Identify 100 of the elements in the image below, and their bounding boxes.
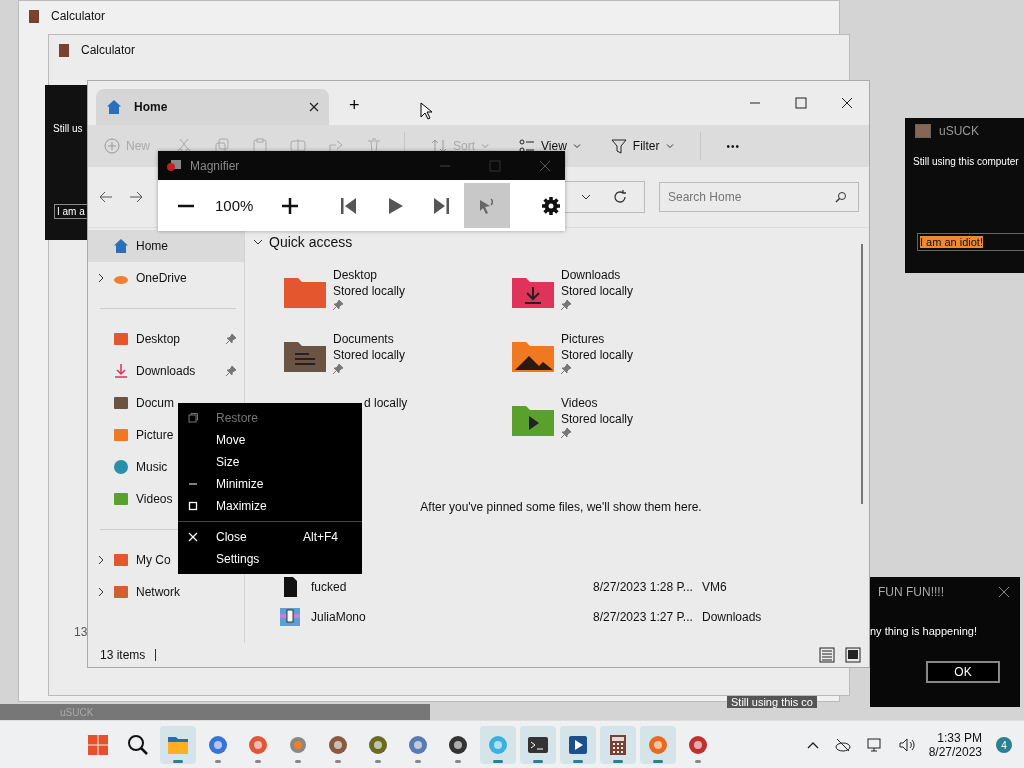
skip-back-icon[interactable] <box>338 195 359 216</box>
taskbar-button[interactable] <box>560 726 597 764</box>
menu-item[interactable]: Minimize <box>178 473 362 495</box>
search-field[interactable]: Search Home <box>659 182 859 212</box>
input-field[interactable]: I am an idiot! <box>917 233 1024 251</box>
sidebar-item[interactable]: Home <box>88 230 244 262</box>
archive-icon <box>279 606 301 628</box>
window-title: Calculator <box>51 9 106 23</box>
rename-icon[interactable] <box>290 138 306 154</box>
restore-icon <box>188 413 198 423</box>
window-title: Calculator <box>81 43 136 57</box>
menu-item[interactable]: Size <box>178 451 362 473</box>
folder-name: Videos <box>561 396 599 410</box>
menu-item[interactable]: Move <box>178 429 362 451</box>
folder-status: Stored locally <box>333 284 406 298</box>
back-arrow-icon[interactable] <box>98 189 114 205</box>
share-icon[interactable] <box>328 138 344 154</box>
notification-badge[interactable]: 4 <box>996 737 1012 753</box>
app-icon <box>447 734 470 756</box>
app-icon <box>327 734 350 756</box>
menu-item[interactable]: Settings <box>178 548 362 570</box>
scrollbar[interactable] <box>861 244 863 504</box>
folder-name: Downloads <box>561 268 622 282</box>
filter-icon <box>610 138 627 154</box>
chevron-down-icon <box>481 142 490 150</box>
status-text: 13 items <box>100 648 146 662</box>
chevron-right-icon[interactable] <box>96 587 106 597</box>
volume-icon[interactable] <box>898 737 915 753</box>
search-icon <box>127 734 150 756</box>
app-icon <box>647 734 670 756</box>
file-name[interactable]: JuliaMono <box>301 610 593 624</box>
dialog-text: Still us <box>52 123 84 134</box>
item-count-text: 13 <box>74 625 88 639</box>
magnifier-icon <box>166 157 182 174</box>
folder-status: Stored locally <box>561 412 634 426</box>
cloud-off-icon[interactable] <box>834 737 851 753</box>
app-icon <box>207 734 230 756</box>
tiles-view-icon[interactable] <box>845 647 861 663</box>
paste-icon[interactable] <box>252 138 268 154</box>
ok-button[interactable]: OK <box>926 661 1000 683</box>
chevron-right-icon[interactable] <box>96 555 106 565</box>
zoom-in-icon[interactable] <box>280 195 301 216</box>
mouse-pointer-icon <box>420 102 432 120</box>
dialog-text: Still using this computer <box>913 156 1020 167</box>
terminal-icon <box>527 734 550 756</box>
pin-icon <box>226 334 236 344</box>
file-location: VM6 <box>702 580 727 594</box>
folder-status: Stored locally <box>561 284 634 298</box>
window-icon <box>915 124 931 138</box>
home-icon <box>106 99 122 115</box>
new-tab-button[interactable]: + <box>343 94 366 117</box>
details-view-icon[interactable] <box>819 647 835 663</box>
forward-arrow-icon[interactable] <box>128 189 144 205</box>
settings-icon[interactable] <box>541 195 562 216</box>
pin-icon <box>226 366 236 376</box>
section-header[interactable]: Quick access <box>253 234 353 250</box>
sort-arrows-icon <box>431 138 447 154</box>
maximize-icon[interactable] <box>795 97 807 109</box>
sidebar-item[interactable]: OneDrive <box>88 262 244 294</box>
app-icon <box>367 734 390 756</box>
home-tab[interactable]: Home <box>96 89 329 125</box>
home-icon <box>113 238 129 254</box>
pin-icon <box>333 300 343 310</box>
chevron-right-icon[interactable] <box>96 273 106 283</box>
read-aloud-button[interactable] <box>464 183 511 228</box>
more-options-button[interactable]: ••• <box>722 136 744 156</box>
folder-status: Stored locally <box>561 348 634 362</box>
menu-item[interactable]: Maximize <box>178 495 362 517</box>
dialog-text: ny thing is happening! <box>870 625 979 637</box>
pin-icon <box>333 364 343 374</box>
taskbar-button[interactable] <box>520 726 557 764</box>
app-icon <box>487 734 510 756</box>
pin-icon <box>561 300 571 310</box>
sidebar-item[interactable]: Downloads <box>88 355 244 387</box>
taskbar-button[interactable] <box>600 726 637 764</box>
download-icon <box>113 363 129 379</box>
folder-icon <box>167 734 190 756</box>
close-icon[interactable] <box>841 97 853 109</box>
plus-circle-icon <box>104 138 120 154</box>
chevron-down-icon <box>665 142 674 150</box>
delete-icon[interactable] <box>366 138 382 154</box>
clock[interactable]: 1:33 PM 8/27/2023 <box>928 731 982 759</box>
menu-item[interactable]: Close Alt+F4 <box>178 521 362 548</box>
sidebar-item[interactable]: Network <box>88 576 244 608</box>
filter-button[interactable]: Filter <box>606 134 678 158</box>
file-name[interactable]: fucked <box>301 580 593 594</box>
file-date: 8/27/2023 1:27 P... <box>593 610 694 624</box>
dialog-title: FUN FUN!!!! <box>878 585 944 599</box>
folder-status: Stored locally <box>333 348 406 362</box>
refresh-icon[interactable] <box>612 189 628 205</box>
list-view-icon <box>519 138 536 154</box>
copy-icon[interactable] <box>214 138 230 154</box>
folder-name: Documents <box>333 332 395 346</box>
dialog-text: Still using this co <box>727 696 817 708</box>
windows-logo-icon <box>87 734 110 756</box>
close-icon[interactable] <box>998 586 1010 598</box>
close-icon[interactable] <box>309 102 319 112</box>
pin-icon <box>561 428 571 438</box>
sidebar-item[interactable]: Desktop <box>88 323 244 355</box>
file-location: Downloads <box>702 610 762 624</box>
